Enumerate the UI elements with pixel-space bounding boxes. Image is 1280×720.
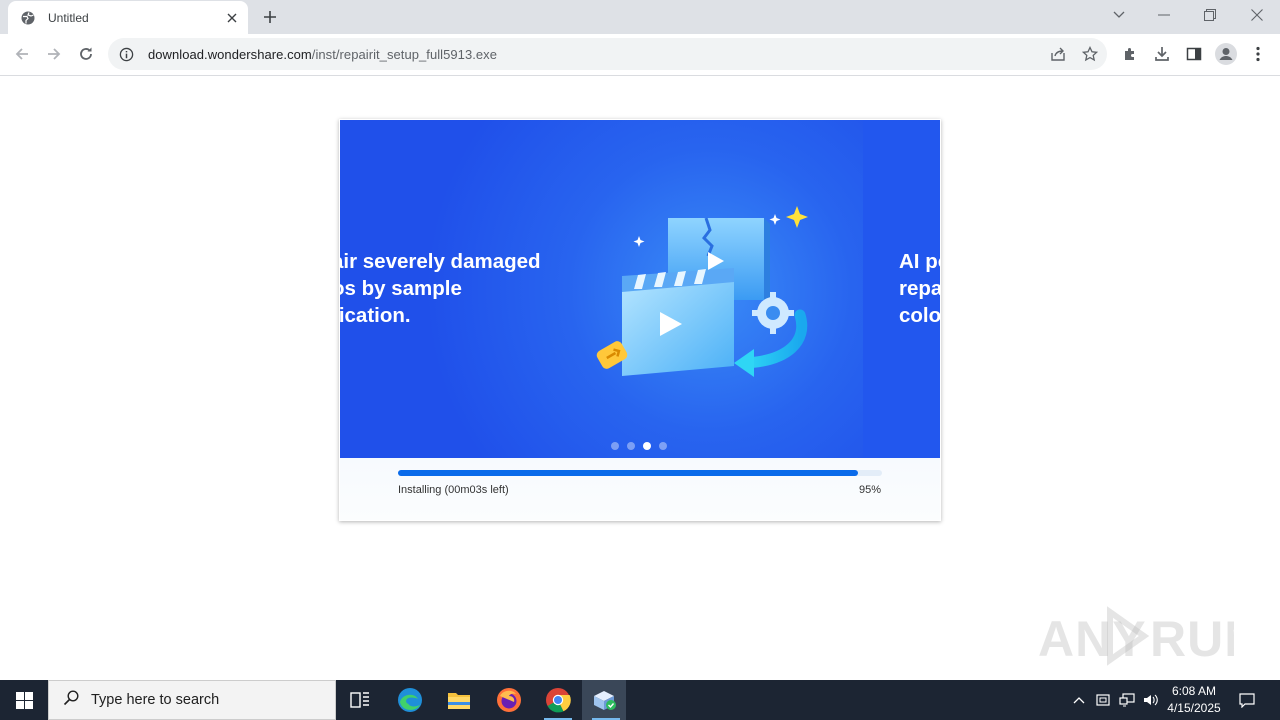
windows-start-icon[interactable] xyxy=(0,680,48,720)
share-icon[interactable] xyxy=(1044,40,1072,68)
reload-icon[interactable] xyxy=(71,39,101,69)
caption-line: air severely damaged xyxy=(340,250,541,273)
carousel-dots xyxy=(611,442,667,450)
svg-text:RUN: RUN xyxy=(1150,611,1234,666)
plus-icon[interactable] xyxy=(258,6,282,28)
anyrun-logo: ANY RUN xyxy=(1038,606,1260,667)
browser-toolbar: download.wondershare.com/inst/repairit_s… xyxy=(0,34,1280,76)
carousel-dot[interactable] xyxy=(611,442,619,450)
taskbar: Type here to search 6:08 AM 4/15/2025 xyxy=(0,680,1280,720)
tab-strip: Untitled xyxy=(0,0,1280,34)
chrome-icon[interactable] xyxy=(534,680,582,720)
url-text[interactable]: download.wondershare.com/inst/repairit_s… xyxy=(148,47,497,62)
back-icon[interactable] xyxy=(7,39,37,69)
feature-carousel: air severely damaged os by sample ficati… xyxy=(340,120,940,458)
download-icon[interactable] xyxy=(1148,40,1176,68)
notification-icon[interactable] xyxy=(1234,680,1260,720)
video-repair-illustration xyxy=(596,206,808,377)
progress-percent: 95% xyxy=(858,484,881,496)
slide-caption-next: AI po repa colo xyxy=(899,248,940,329)
network-icon[interactable] xyxy=(1116,680,1138,720)
window-close-icon[interactable] xyxy=(1234,0,1280,30)
progress-bar-fill xyxy=(398,470,858,476)
caption-line: repa xyxy=(899,277,940,300)
carousel-dot[interactable] xyxy=(627,442,635,450)
tab-title: Untitled xyxy=(48,10,89,25)
url-path: /inst/repairit_setup_full5913.exe xyxy=(311,46,498,62)
carousel-dot[interactable] xyxy=(659,442,667,450)
volume-icon[interactable] xyxy=(1140,680,1162,720)
extensions-icon[interactable] xyxy=(1116,40,1144,68)
star-icon[interactable] xyxy=(1076,40,1104,68)
system-clock[interactable]: 6:08 AM 4/15/2025 xyxy=(1160,683,1228,717)
clock-date: 4/15/2025 xyxy=(1167,701,1221,715)
progress-bar xyxy=(398,470,882,476)
browser-tab[interactable]: Untitled xyxy=(8,1,248,34)
slide-caption-current: air severely damaged os by sample ficati… xyxy=(340,248,572,329)
globe-icon xyxy=(20,10,36,26)
caption-line: fication. xyxy=(340,304,411,327)
clock-time: 6:08 AM xyxy=(1171,684,1217,698)
firefox-icon[interactable] xyxy=(485,680,533,720)
caption-line: AI po xyxy=(899,250,940,273)
forward-icon[interactable] xyxy=(39,39,69,69)
url-host: download.wondershare.com xyxy=(148,46,312,62)
install-status-panel: Installing (00m03s left) 95% xyxy=(340,458,940,520)
tablet-icon[interactable] xyxy=(1092,680,1114,720)
search-placeholder: Type here to search xyxy=(91,692,220,708)
taskbar-search[interactable]: Type here to search xyxy=(48,680,336,720)
caption-line: os by sample xyxy=(340,277,462,300)
address-bar[interactable]: download.wondershare.com/inst/repairit_s… xyxy=(108,38,1107,70)
svg-text:ANY: ANY xyxy=(1038,611,1147,666)
installer-icon[interactable] xyxy=(582,680,626,720)
minimize-icon[interactable] xyxy=(1141,0,1187,30)
info-icon[interactable] xyxy=(118,46,134,62)
carousel-dot-active[interactable] xyxy=(643,442,651,450)
caption-line: colo xyxy=(899,304,940,327)
close-icon[interactable] xyxy=(224,10,240,26)
install-status-text: Installing (00m03s left) xyxy=(398,484,509,496)
menu-icon[interactable] xyxy=(1244,40,1272,68)
chevron-up-icon[interactable] xyxy=(1068,680,1090,720)
restore-icon[interactable] xyxy=(1187,0,1233,30)
search-icon xyxy=(63,689,79,711)
edge-icon[interactable] xyxy=(386,680,434,720)
profile-icon[interactable] xyxy=(1212,40,1240,68)
installer-window: air severely damaged os by sample ficati… xyxy=(339,119,941,521)
task-view-icon[interactable] xyxy=(336,680,384,720)
chevron-down-icon[interactable] xyxy=(1096,0,1142,30)
side-panel-icon[interactable] xyxy=(1180,40,1208,68)
file-explorer-icon[interactable] xyxy=(435,680,483,720)
anyrun-watermark: ANY RUN xyxy=(1038,606,1260,678)
